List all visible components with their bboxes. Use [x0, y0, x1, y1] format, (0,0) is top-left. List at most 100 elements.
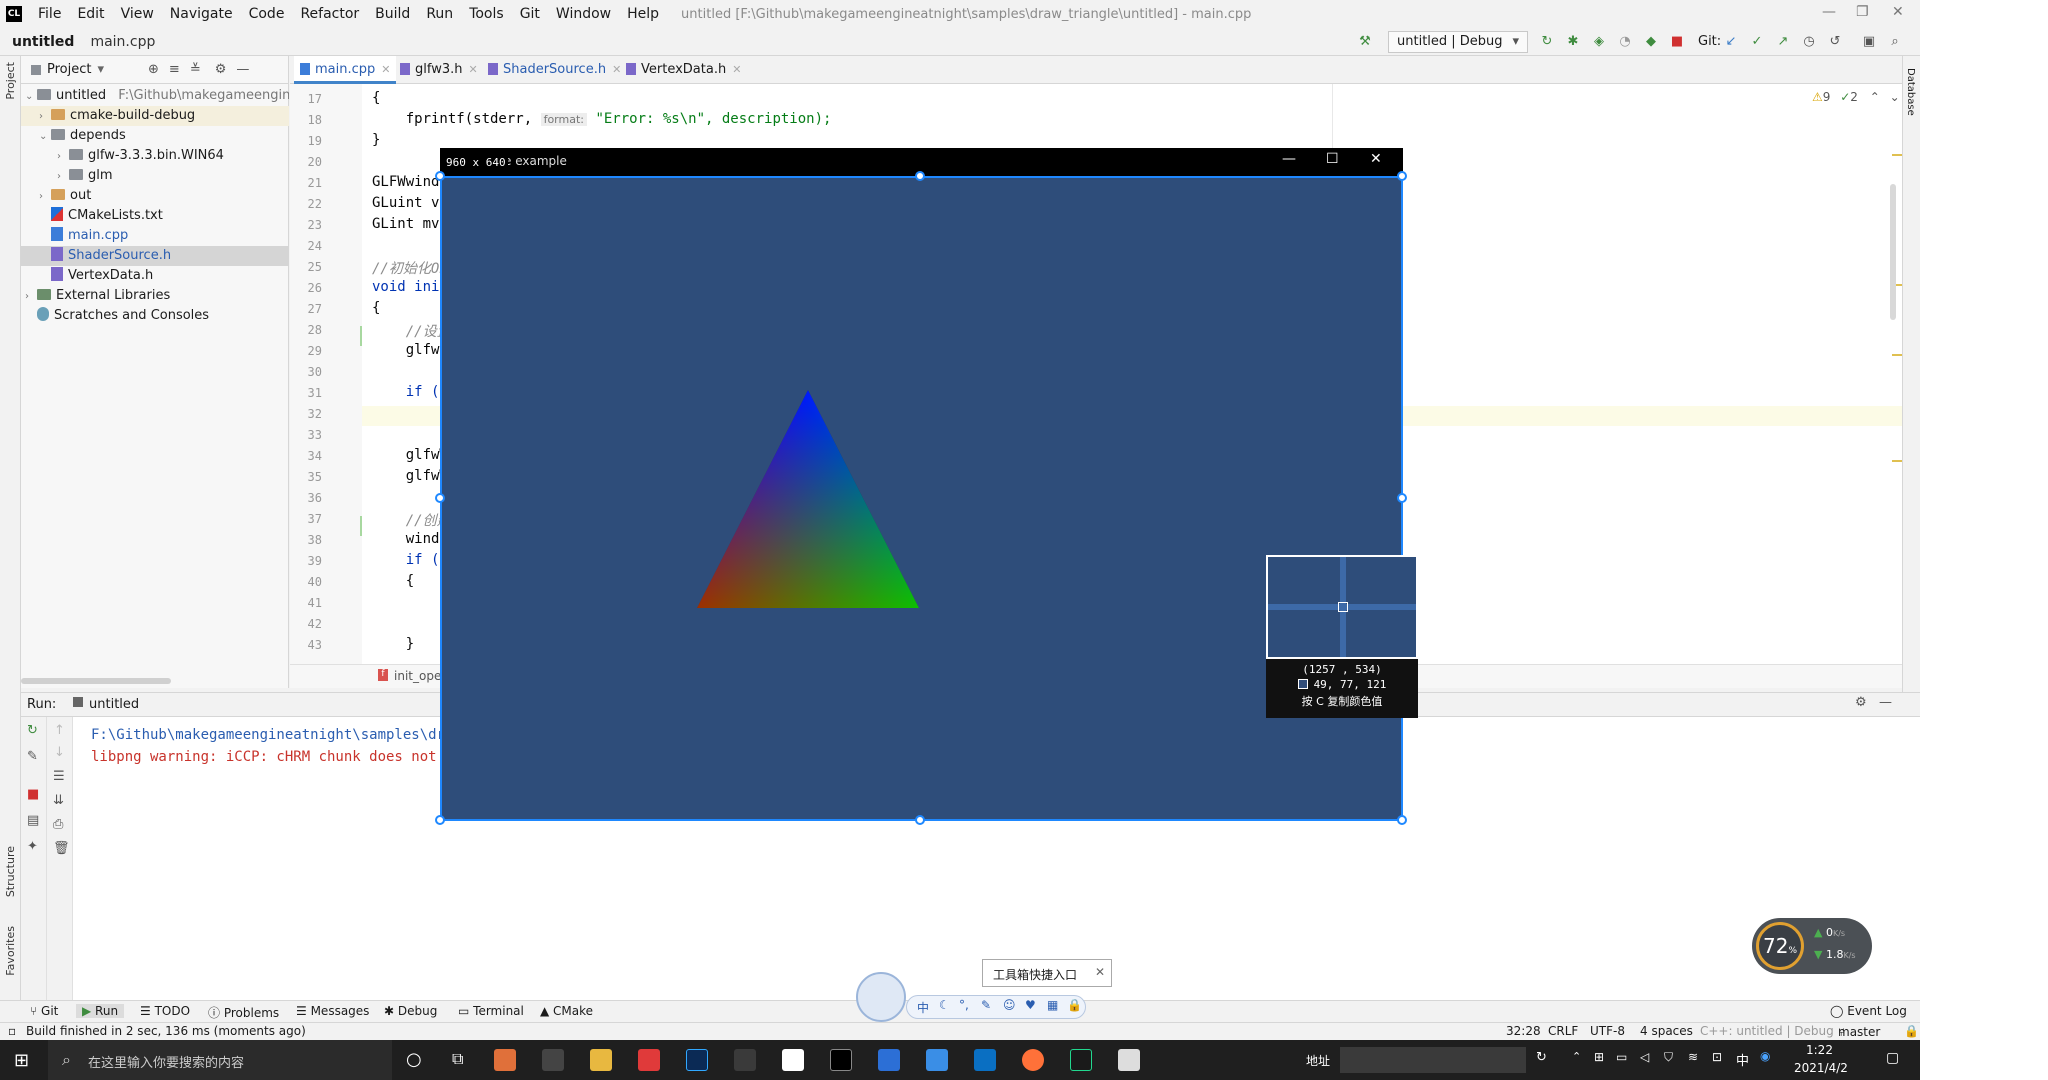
tree-item-main-cpp[interactable]: main.cpp	[21, 226, 289, 246]
arrow-up-icon[interactable]: ↑	[54, 723, 65, 738]
emoji-icon[interactable]: ☺	[1003, 998, 1016, 1012]
clock-date[interactable]: 2021/4/2	[1794, 1061, 1848, 1075]
tool-debug[interactable]: ✱ Debug	[384, 1004, 437, 1018]
breadcrumb-project[interactable]: untitled	[12, 34, 74, 50]
event-log-button[interactable]: ◯ Event Log	[1830, 1004, 1907, 1018]
menu-code[interactable]: Code	[241, 6, 293, 22]
line-separator[interactable]: CRLF	[1548, 1024, 1578, 1038]
git-push-icon[interactable]: ↗	[1776, 35, 1790, 49]
collapse-all-icon[interactable]: ≚	[190, 62, 201, 77]
tray-qq-icon[interactable]: ◉	[1760, 1049, 1770, 1063]
hide-icon[interactable]: —	[236, 62, 249, 77]
status-message[interactable]: Build finished in 2 sec, 136 ms (moments…	[26, 1024, 306, 1038]
menu-view[interactable]: View	[113, 6, 162, 22]
app-icon-editor[interactable]	[878, 1049, 900, 1071]
print-icon[interactable]: ⎙	[53, 817, 63, 832]
tree-item-glm[interactable]: › glm	[21, 166, 289, 186]
cortana-icon[interactable]: ○	[406, 1049, 422, 1070]
debug-bug-icon[interactable]: ✱	[1566, 35, 1580, 49]
moon-icon[interactable]: ☾	[939, 998, 950, 1012]
input-language[interactable]: 中	[1736, 1050, 1749, 1069]
chevron-down-icon[interactable]: ▾	[97, 62, 104, 77]
error-stripe-mark[interactable]	[1892, 154, 1902, 156]
app-icon-game[interactable]	[494, 1049, 516, 1071]
tree-item-cmakelists[interactable]: CMakeLists.txt	[21, 206, 289, 226]
resize-handle-bottom[interactable]	[915, 815, 925, 825]
lock-icon[interactable]: 🔒	[1067, 998, 1082, 1012]
tool-todo[interactable]: ☰ TODO	[140, 1004, 190, 1018]
close-tab-icon[interactable]: ✕	[469, 63, 478, 76]
tab-main-cpp[interactable]: main.cpp ✕	[294, 56, 397, 84]
rollback-icon[interactable]: ↺	[1828, 35, 1842, 49]
volume-icon[interactable]: ◁	[1640, 1050, 1649, 1064]
scroll-to-end-icon[interactable]: ⇊	[53, 793, 64, 808]
arrow-down-icon[interactable]: ↓	[54, 745, 65, 760]
menu-navigate[interactable]: Navigate	[162, 6, 241, 22]
chevron-up-icon[interactable]: ⌃	[1870, 90, 1880, 104]
database-tool-tab[interactable]: Database	[1905, 68, 1916, 116]
resize-handle-right[interactable]	[1397, 493, 1407, 503]
close-icon[interactable]: ✕	[1370, 151, 1382, 167]
app-icon-unity[interactable]	[542, 1049, 564, 1071]
profile-icon[interactable]: ◔	[1618, 35, 1632, 49]
close-icon[interactable]: ✕	[1892, 4, 1904, 20]
tray-chevron-up-icon[interactable]: ⌃	[1572, 1050, 1581, 1063]
resize-handle-bottom-right[interactable]	[1397, 815, 1407, 825]
punctuation-icon[interactable]: °,	[959, 998, 969, 1012]
trash-icon[interactable]: 🗑	[53, 841, 70, 856]
git-update-icon[interactable]: ↙	[1724, 35, 1738, 49]
ime-language[interactable]: 中	[917, 999, 929, 1016]
locate-icon[interactable]: ⊕	[148, 62, 159, 77]
app-icon-tool[interactable]	[734, 1049, 756, 1071]
tool-problems[interactable]: ⓘ Problems	[208, 1004, 279, 1021]
app-icon-terminal[interactable]	[830, 1049, 852, 1071]
build-hammer-icon[interactable]: ⚒	[1358, 35, 1372, 49]
tray-app-icon[interactable]: ⊞	[1594, 1050, 1604, 1064]
resize-handle-top-left[interactable]	[435, 171, 445, 181]
file-encoding[interactable]: UTF-8	[1590, 1024, 1625, 1038]
tree-item-shadersource[interactable]: ShaderSource.h	[21, 246, 289, 266]
menu-file[interactable]: File	[30, 6, 69, 22]
error-stripe-mark[interactable]	[1892, 460, 1902, 462]
attach-icon[interactable]: ◆	[1644, 35, 1658, 49]
tray-network-icon[interactable]: ⊡	[1712, 1050, 1722, 1064]
tool-git[interactable]: ⑂ Git	[30, 1004, 58, 1018]
project-tool-tab[interactable]: Project	[4, 62, 17, 100]
app-icon-notepad[interactable]	[1118, 1049, 1140, 1071]
stop-icon[interactable]: ■	[1670, 35, 1684, 49]
taskbar-search[interactable]: ⌕ 在这里输入你要搜索的内容	[48, 1040, 392, 1080]
app-icon-photoshop[interactable]	[686, 1049, 708, 1071]
breadcrumb-file[interactable]: main.cpp	[90, 34, 155, 50]
tree-item-glfw[interactable]: › glfw-3.3.3.bin.WIN64	[21, 146, 289, 166]
lock-icon[interactable]: 🔒	[1904, 1024, 1919, 1038]
app-icon-xmind[interactable]	[638, 1049, 660, 1071]
app-icon-file-explorer[interactable]	[590, 1049, 612, 1071]
wifi-icon[interactable]: ≋	[1688, 1050, 1698, 1064]
tree-item-vertexdata[interactable]: VertexData.h	[21, 266, 289, 286]
menu-git[interactable]: Git	[512, 6, 548, 22]
menu-refactor[interactable]: Refactor	[292, 6, 367, 22]
tab-glfw3-h[interactable]: glfw3.h ✕	[394, 56, 484, 84]
restore-icon[interactable]: ❐	[1856, 4, 1869, 20]
project-panel-title[interactable]: Project	[47, 62, 91, 77]
task-view-icon[interactable]: ⧉	[452, 1049, 463, 1069]
menu-edit[interactable]: Edit	[69, 6, 112, 22]
coverage-icon[interactable]: ◈	[1592, 35, 1606, 49]
run-configuration-select[interactable]: untitled | Debug ▾	[1388, 31, 1528, 53]
rerun-icon[interactable]: ↻	[27, 723, 38, 738]
indent-setting[interactable]: 4 spaces	[1640, 1024, 1693, 1038]
error-stripe-mark[interactable]	[1892, 354, 1902, 356]
windows-start-icon[interactable]: ⊞	[14, 1050, 29, 1071]
hide-icon[interactable]: —	[1879, 695, 1892, 710]
gear-icon[interactable]: ⚙	[215, 62, 227, 77]
resize-handle-left[interactable]	[435, 493, 445, 503]
chevron-down-icon[interactable]: ⌄	[1890, 90, 1900, 104]
ime-avatar-icon[interactable]	[856, 972, 906, 1022]
close-icon[interactable]: ✕	[1095, 965, 1105, 979]
stop-icon[interactable]: ■	[27, 787, 39, 802]
menu-window[interactable]: Window	[548, 6, 619, 22]
address-input[interactable]	[1340, 1047, 1526, 1073]
caret-position[interactable]: 32:28	[1506, 1024, 1541, 1038]
minimize-icon[interactable]: —	[1822, 4, 1836, 20]
resize-handle-top-right[interactable]	[1397, 171, 1407, 181]
